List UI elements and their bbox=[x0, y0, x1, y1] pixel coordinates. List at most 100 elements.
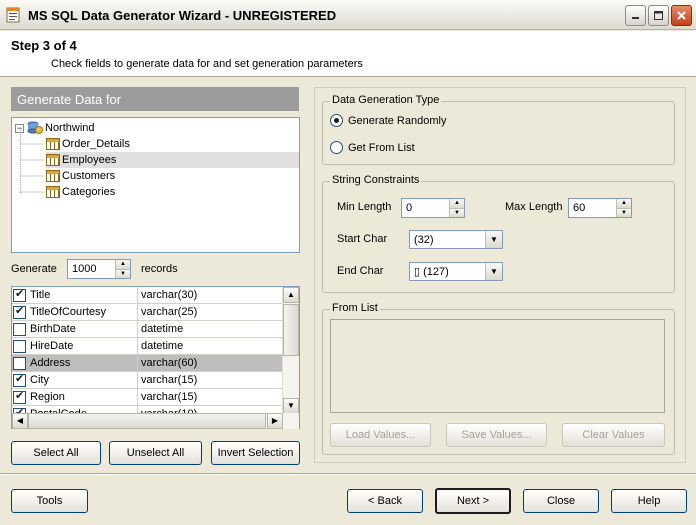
table-row[interactable]: BirthDate datetime bbox=[12, 321, 283, 338]
tree-item-label: Order_Details bbox=[62, 138, 130, 150]
load-values-button[interactable]: Load Values... bbox=[330, 423, 431, 447]
field-checkbox[interactable] bbox=[13, 356, 26, 370]
field-checkbox[interactable] bbox=[13, 287, 26, 302]
radio-icon[interactable] bbox=[330, 114, 343, 127]
grid-vertical-scrollbar[interactable]: ▲ ▼ bbox=[282, 287, 299, 414]
scroll-thumb[interactable] bbox=[28, 413, 266, 429]
minimize-button[interactable] bbox=[625, 5, 646, 26]
start-char-select[interactable]: (32) ▼ bbox=[409, 230, 503, 249]
tree-item-label: Categories bbox=[62, 186, 116, 198]
field-checkbox[interactable] bbox=[13, 322, 26, 336]
generate-label: Generate bbox=[11, 263, 57, 275]
max-length-label: Max Length bbox=[505, 201, 563, 213]
save-values-button[interactable]: Save Values... bbox=[446, 423, 547, 447]
data-generation-type-label: Data Generation Type bbox=[330, 94, 442, 106]
field-type: varchar(15) bbox=[141, 374, 198, 386]
field-type: varchar(60) bbox=[141, 357, 198, 369]
field-name: Address bbox=[30, 357, 71, 369]
invert-selection-button[interactable]: Invert Selection bbox=[211, 441, 300, 465]
wizard-header bbox=[0, 31, 696, 77]
generate-data-header: Generate Data for bbox=[11, 87, 299, 111]
spin-down-icon[interactable]: ▼ bbox=[449, 207, 464, 217]
min-length-label: Min Length bbox=[337, 201, 392, 213]
radio-label: Generate Randomly bbox=[348, 114, 447, 127]
start-char-value: (32) bbox=[414, 233, 434, 246]
field-name: Title bbox=[30, 289, 51, 301]
table-row[interactable]: Region varchar(15) bbox=[12, 389, 283, 406]
field-type: varchar(25) bbox=[141, 306, 198, 318]
table-row[interactable]: Address varchar(60) bbox=[12, 355, 283, 372]
minimize-icon bbox=[632, 17, 639, 19]
tree-item-customers[interactable]: Customers bbox=[46, 168, 115, 184]
min-length-stepper[interactable]: 0 ▲ ▼ bbox=[401, 198, 465, 218]
radio-icon[interactable] bbox=[330, 141, 343, 154]
records-value[interactable]: 1000 bbox=[68, 260, 115, 278]
back-button[interactable]: < Back bbox=[347, 489, 423, 513]
tools-button[interactable]: Tools bbox=[11, 489, 88, 513]
max-length-stepper[interactable]: 60 ▲ ▼ bbox=[568, 198, 632, 218]
close-button[interactable]: Close bbox=[523, 489, 599, 513]
next-button[interactable]: Next > bbox=[435, 488, 511, 514]
records-stepper[interactable]: 1000 ▲ ▼ bbox=[67, 259, 131, 279]
grid-horizontal-scrollbar[interactable]: ◀ ▶ bbox=[12, 413, 299, 429]
fields-grid: Title varchar(30) TitleOfCourtesy varcha… bbox=[11, 286, 300, 429]
from-list-box[interactable] bbox=[330, 319, 665, 413]
maximize-button[interactable] bbox=[648, 5, 669, 26]
field-name: City bbox=[30, 374, 49, 386]
spin-up-icon[interactable]: ▲ bbox=[449, 199, 464, 208]
end-char-label: End Char bbox=[337, 265, 384, 277]
end-char-value: ▯ (127) bbox=[414, 266, 449, 278]
close-window-button[interactable] bbox=[671, 5, 692, 26]
end-char-select[interactable]: ▯ (127) ▼ bbox=[409, 262, 503, 281]
select-all-button[interactable]: Select All bbox=[11, 441, 101, 465]
field-name: BirthDate bbox=[30, 323, 76, 335]
tree-item-categories[interactable]: Categories bbox=[46, 184, 115, 200]
radio-generate-randomly[interactable]: Generate Randomly bbox=[330, 114, 446, 127]
tree-item-order-details[interactable]: Order_Details bbox=[46, 136, 130, 152]
scroll-right-icon[interactable]: ▶ bbox=[267, 413, 283, 429]
field-checkbox[interactable] bbox=[13, 389, 26, 404]
scroll-up-icon[interactable]: ▲ bbox=[283, 287, 299, 303]
min-length-value[interactable]: 0 bbox=[402, 199, 449, 217]
spin-up-icon[interactable]: ▲ bbox=[616, 199, 631, 208]
step-title: Step 3 of 4 bbox=[11, 38, 77, 53]
field-checkbox[interactable] bbox=[13, 339, 26, 353]
records-label: records bbox=[141, 263, 178, 275]
maximize-icon bbox=[654, 11, 663, 20]
unselect-all-button[interactable]: Unselect All bbox=[109, 441, 202, 465]
clear-values-button[interactable]: Clear Values bbox=[562, 423, 665, 447]
field-name: Region bbox=[30, 391, 65, 403]
max-length-value[interactable]: 60 bbox=[569, 199, 616, 217]
step-subtitle: Check fields to generate data for and se… bbox=[51, 58, 363, 70]
field-type: datetime bbox=[141, 340, 184, 352]
field-type: datetime bbox=[141, 323, 184, 335]
scroll-down-icon[interactable]: ▼ bbox=[283, 398, 299, 414]
scroll-thumb[interactable] bbox=[283, 304, 299, 356]
field-type: varchar(15) bbox=[141, 391, 198, 403]
chevron-down-icon[interactable]: ▼ bbox=[485, 263, 502, 280]
help-button[interactable]: Help bbox=[611, 489, 687, 513]
window-title: MS SQL Data Generator Wizard - UNREGISTE… bbox=[28, 8, 337, 23]
table-row[interactable]: TitleOfCourtesy varchar(25) bbox=[12, 304, 283, 321]
scroll-left-icon[interactable]: ◀ bbox=[12, 413, 28, 429]
table-row[interactable]: HireDate datetime bbox=[12, 338, 283, 355]
field-checkbox[interactable] bbox=[13, 372, 26, 387]
table-row[interactable]: Title varchar(30) bbox=[12, 287, 283, 304]
data-generation-type-group bbox=[322, 101, 675, 165]
field-name: TitleOfCourtesy bbox=[30, 306, 107, 318]
radio-get-from-list[interactable]: Get From List bbox=[330, 141, 415, 154]
start-char-label: Start Char bbox=[337, 233, 388, 245]
chevron-down-icon[interactable]: ▼ bbox=[485, 231, 502, 248]
radio-label: Get From List bbox=[348, 141, 415, 154]
tree-item-employees[interactable]: Employees bbox=[46, 152, 299, 168]
footer-divider bbox=[0, 473, 696, 475]
spin-down-icon[interactable]: ▼ bbox=[115, 268, 130, 278]
field-checkbox[interactable] bbox=[13, 304, 26, 319]
spin-down-icon[interactable]: ▼ bbox=[616, 207, 631, 217]
tree-root-label: Northwind bbox=[45, 122, 95, 134]
close-icon bbox=[677, 11, 686, 20]
from-list-label: From List bbox=[330, 302, 380, 314]
app-icon bbox=[6, 7, 20, 23]
spin-up-icon[interactable]: ▲ bbox=[115, 260, 130, 269]
table-row[interactable]: City varchar(15) bbox=[12, 372, 283, 389]
